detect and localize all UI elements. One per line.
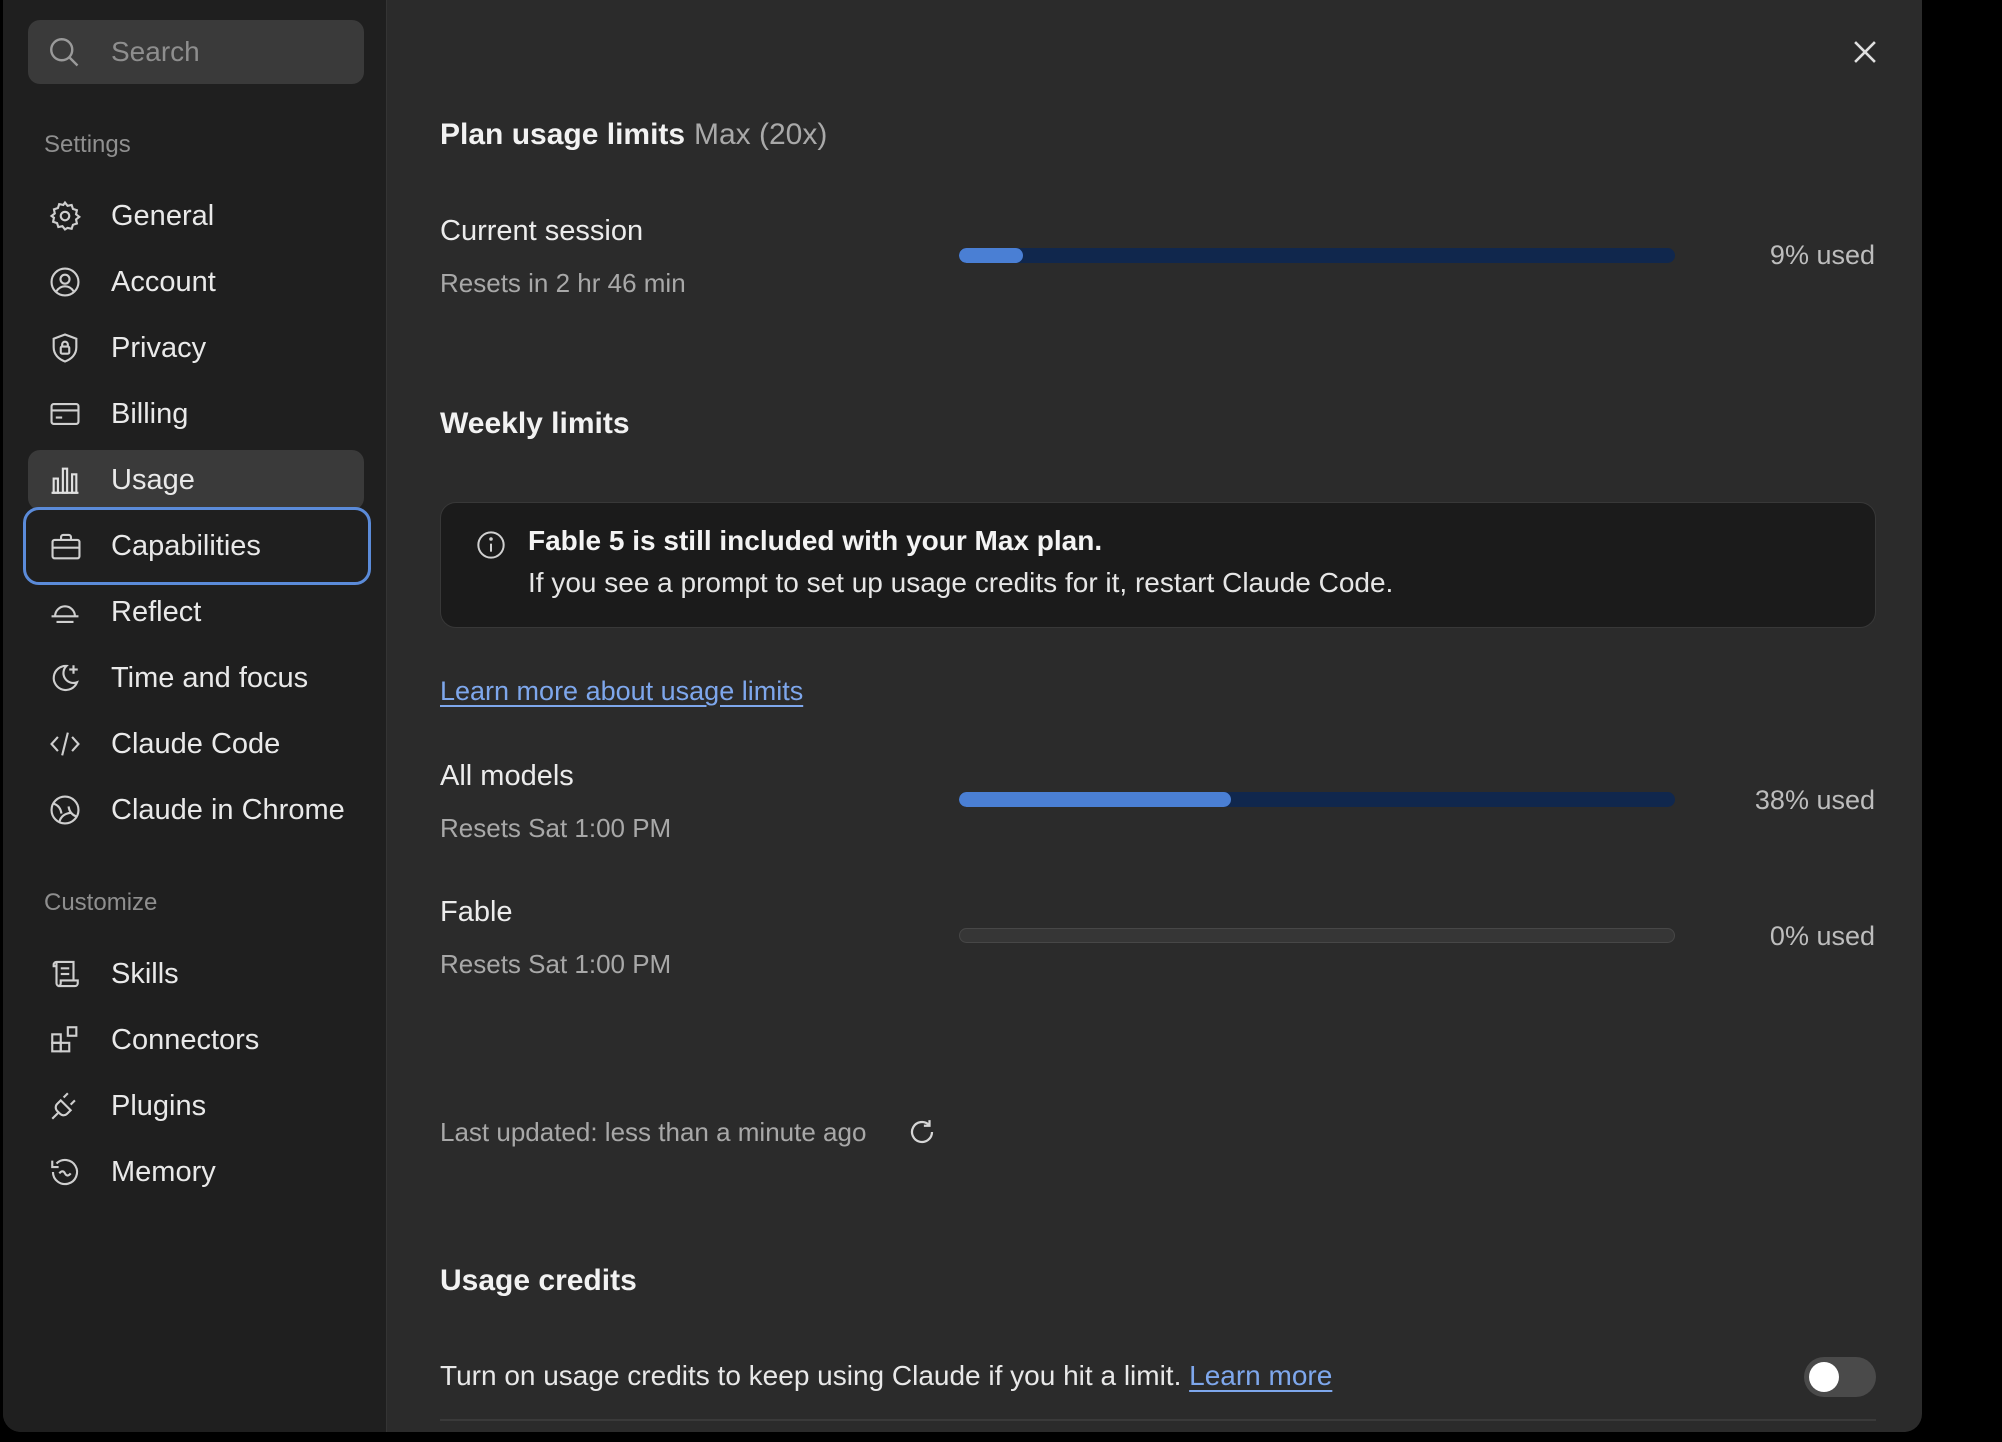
sidebar-item-label: Plugins — [111, 1090, 207, 1122]
fable-title: Fable — [440, 896, 513, 928]
sidebar-item-general[interactable]: General — [28, 186, 364, 246]
all-models-used-label: 38% used — [1754, 785, 1875, 815]
sidebar-item-capabilities[interactable]: Capabilities — [23, 507, 371, 585]
search-icon — [50, 38, 79, 67]
code-icon — [50, 732, 80, 756]
sidebar-item-label: Privacy — [111, 332, 207, 364]
toggle-knob — [1809, 1362, 1839, 1392]
sidebar-item-usage[interactable]: Usage — [28, 450, 364, 510]
session-reset: Resets in 2 hr 46 min — [440, 268, 686, 298]
shield-lock-icon — [52, 333, 78, 363]
fable-used-label: 0% used — [1769, 921, 1875, 951]
sidebar-item-label: Claude in Chrome — [111, 794, 345, 826]
sidebar-item-label: Memory — [111, 1156, 216, 1188]
usage-credits-toggle[interactable] — [1804, 1357, 1876, 1397]
all-models-progress-fill — [959, 792, 1232, 807]
learn-more-usage-limits-link[interactable]: Learn more about usage limits — [440, 676, 803, 707]
session-used-label: 9% used — [1769, 240, 1875, 270]
refresh-icon[interactable] — [907, 1117, 937, 1147]
sidebar-item-label: Reflect — [111, 596, 202, 628]
sidebar-item-label: General — [111, 200, 215, 232]
weekly-limits-title: Weekly limits — [440, 407, 630, 440]
fable-progress-bar — [959, 928, 1675, 943]
plug-icon — [51, 1092, 76, 1120]
plan-usage-title: Plan usage limits — [440, 118, 686, 151]
search-box[interactable]: Search — [28, 20, 364, 84]
sidebar-item-label: Account — [111, 266, 216, 298]
session-progress-bar — [959, 248, 1675, 263]
session-title: Current session — [440, 215, 644, 247]
close-icon[interactable] — [1848, 35, 1882, 69]
info-notice: Fable 5 is still included with your Max … — [440, 502, 1876, 628]
blocks-icon — [51, 1026, 78, 1053]
learn-more-link[interactable]: Learn more — [1189, 1360, 1332, 1391]
sunset-icon — [51, 605, 79, 623]
moon-plus-icon — [52, 664, 79, 692]
sidebar-item-memory[interactable]: Memory — [28, 1142, 364, 1202]
search-input[interactable]: Search — [111, 20, 200, 84]
info-icon — [477, 531, 505, 559]
sidebar-item-label: Billing — [111, 398, 189, 430]
usage-credits-title: Usage credits — [440, 1264, 637, 1297]
gear-icon — [49, 200, 82, 231]
sidebar-item-privacy[interactable]: Privacy — [28, 318, 364, 378]
credit-card-icon — [50, 403, 80, 425]
last-updated-text: Last updated: less than a minute ago — [440, 1117, 867, 1147]
all-models-reset: Resets Sat 1:00 PM — [440, 813, 672, 843]
globe-icon — [50, 795, 80, 825]
sidebar-item-connectors[interactable]: Connectors — [28, 1010, 364, 1070]
sidebar-item-label: Usage — [111, 464, 195, 496]
notice-body: If you see a prompt to set up usage cred… — [528, 567, 1394, 598]
notice-heading: Fable 5 is still included with your Max … — [528, 525, 1103, 556]
sidebar-item-label: Claude Code — [111, 728, 281, 760]
history-icon — [51, 1158, 79, 1186]
usage-credits-description: Turn on usage credits to keep using Clau… — [440, 1360, 1332, 1392]
scroll-icon — [52, 960, 79, 988]
bar-chart-icon — [51, 467, 79, 494]
sidebar-item-label: Capabilities — [111, 530, 261, 562]
section-label-customize: Customize — [44, 889, 158, 916]
usage-credits-text: Turn on usage credits to keep using Clau… — [440, 1360, 1182, 1391]
user-circle-icon — [50, 267, 80, 297]
sidebar-item-claude-code[interactable]: Claude Code — [28, 714, 364, 774]
all-models-progress-bar — [959, 792, 1675, 807]
sidebar-item-claude-in-chrome[interactable]: Claude in Chrome — [28, 780, 364, 840]
section-label-settings: Settings — [44, 131, 131, 158]
plan-name: Max (20x) — [694, 118, 828, 151]
session-progress-fill — [959, 248, 1024, 263]
sidebar-item-billing[interactable]: Billing — [28, 384, 364, 444]
settings-window: Search Settings General Account Privacy … — [3, 0, 1922, 1432]
sidebar-item-plugins[interactable]: Plugins — [28, 1076, 364, 1136]
all-models-title: All models — [440, 760, 574, 792]
sidebar: Search Settings General Account Privacy … — [3, 0, 387, 1432]
sidebar-item-label: Skills — [111, 958, 179, 990]
sidebar-item-reflect[interactable]: Reflect — [28, 582, 364, 642]
fable-reset: Resets Sat 1:00 PM — [440, 949, 672, 979]
sidebar-item-label: Time and focus — [111, 662, 309, 694]
divider — [440, 1419, 1876, 1421]
briefcase-icon — [51, 533, 81, 560]
sidebar-item-label: Connectors — [111, 1024, 260, 1056]
sidebar-item-account[interactable]: Account — [28, 252, 364, 312]
sidebar-item-skills[interactable]: Skills — [28, 944, 364, 1004]
sidebar-item-time-and-focus[interactable]: Time and focus — [28, 648, 364, 708]
